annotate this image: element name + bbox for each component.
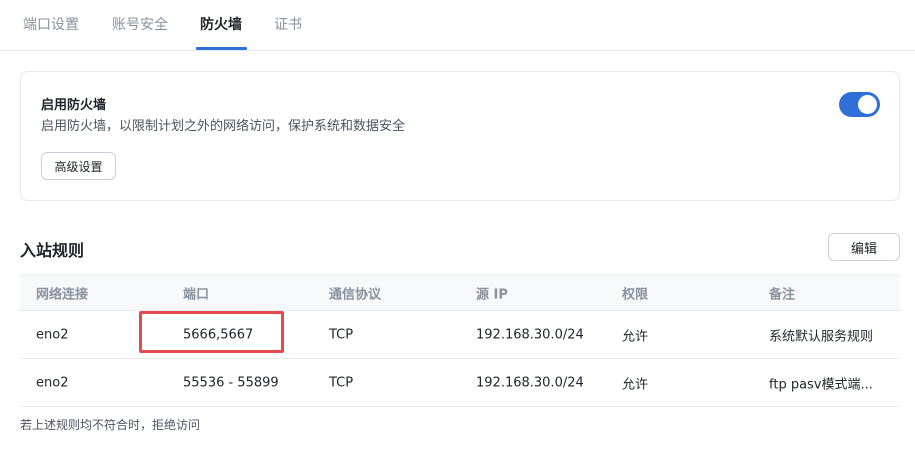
column-header-remark: 备注: [769, 287, 796, 302]
firewall-card: 启用防火墙 启用防火墙，以限制计划之外的网络访问，保护系统和数据安全 高级设置: [20, 71, 900, 201]
table-header: 网络连接 端口 通信协议 源 IP 权限 备注: [20, 274, 900, 311]
cell-permission: 允许: [622, 377, 649, 392]
tab-account-security[interactable]: 账号安全: [112, 14, 168, 34]
tab-port-settings[interactable]: 端口设置: [23, 14, 79, 34]
toggle-knob: [858, 95, 877, 114]
column-header-connection: 网络连接: [36, 287, 89, 302]
cell-port: 55536 - 55899: [183, 375, 279, 390]
firewall-description: 启用防火墙，以限制计划之外的网络访问，保护系统和数据安全: [41, 119, 406, 134]
column-header-permission: 权限: [622, 287, 649, 302]
cell-remark: ftp pasv模式端...: [769, 377, 873, 392]
inbound-rules-title: 入站规则: [20, 241, 85, 260]
column-header-source-ip: 源 IP: [476, 287, 508, 302]
cell-source-ip: 192.168.30.0/24: [476, 375, 584, 390]
tab-bar: 端口设置 账号安全 防火墙 证书: [0, 0, 915, 51]
column-header-protocol: 通信协议: [329, 287, 382, 302]
tab-certificate[interactable]: 证书: [274, 14, 302, 34]
table-row[interactable]: eno2 55536 - 55899 TCP 192.168.30.0/24 允…: [20, 359, 900, 407]
active-tab-indicator: [196, 47, 247, 50]
edit-button[interactable]: 编辑: [828, 233, 900, 261]
cell-source-ip: 192.168.30.0/24: [476, 327, 584, 342]
firewall-toggle[interactable]: [839, 92, 880, 117]
firewall-title: 启用防火墙: [41, 98, 107, 113]
tab-firewall[interactable]: 防火墙: [200, 14, 242, 34]
cell-protocol: TCP: [329, 327, 354, 342]
default-deny-note: 若上述规则均不符合时，拒绝访问: [20, 418, 201, 432]
cell-connection: eno2: [36, 327, 69, 342]
column-header-port: 端口: [183, 287, 210, 302]
advanced-settings-button[interactable]: 高级设置: [41, 152, 116, 180]
cell-connection: eno2: [36, 375, 69, 390]
cell-remark: 系统默认服务规则: [769, 329, 874, 344]
cell-permission: 允许: [622, 329, 649, 344]
port-highlight-box: [139, 311, 284, 353]
cell-protocol: TCP: [329, 375, 354, 390]
